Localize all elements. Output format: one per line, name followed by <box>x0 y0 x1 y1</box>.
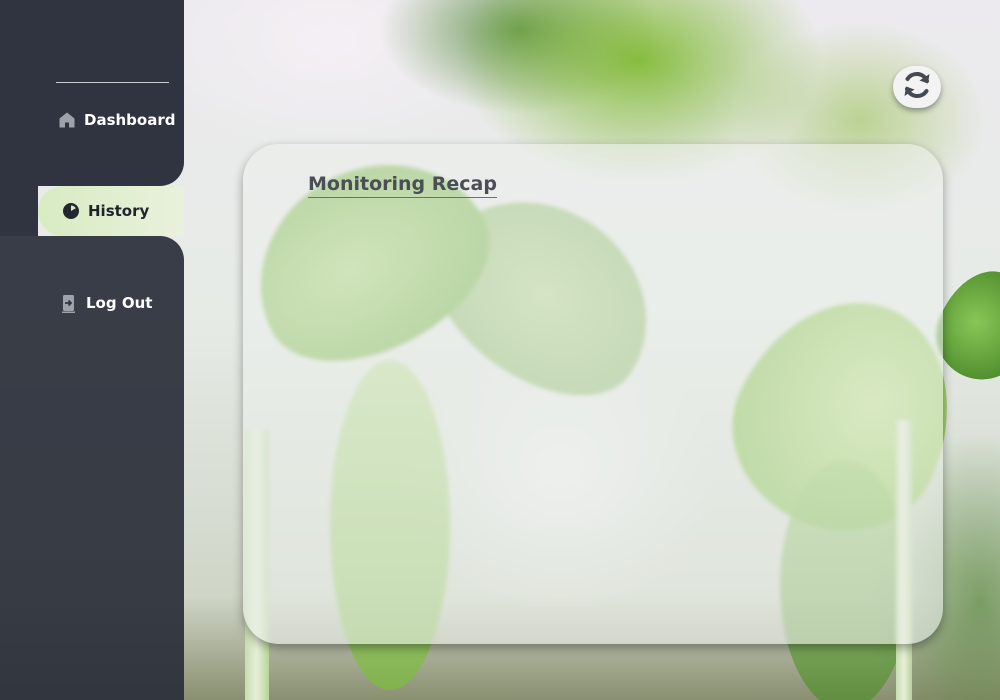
sidebar-item-dashboard[interactable]: Dashboard <box>58 111 175 129</box>
refresh-icon <box>900 68 934 106</box>
home-icon <box>58 111 76 129</box>
refresh-button[interactable] <box>893 66 941 108</box>
sidebar-item-label: History <box>88 202 150 220</box>
sidebar-top-section <box>0 0 184 186</box>
sidebar-gap <box>0 186 38 236</box>
sidebar: Dashboard History Log Out <box>0 0 184 700</box>
page-title: Monitoring Recap <box>308 173 497 198</box>
sidebar-item-logout[interactable]: Log Out <box>60 294 153 313</box>
sidebar-item-label: Log Out <box>86 294 153 312</box>
sidebar-item-history[interactable]: History <box>38 186 184 236</box>
sidebar-item-label: Dashboard <box>84 111 176 129</box>
logout-icon <box>60 294 78 313</box>
app-window: Dashboard History Log Out Monitoring Rec… <box>0 0 1000 700</box>
monitoring-recap-panel: Monitoring Recap <box>243 144 943 644</box>
sidebar-divider <box>56 82 169 83</box>
history-icon <box>62 202 80 220</box>
